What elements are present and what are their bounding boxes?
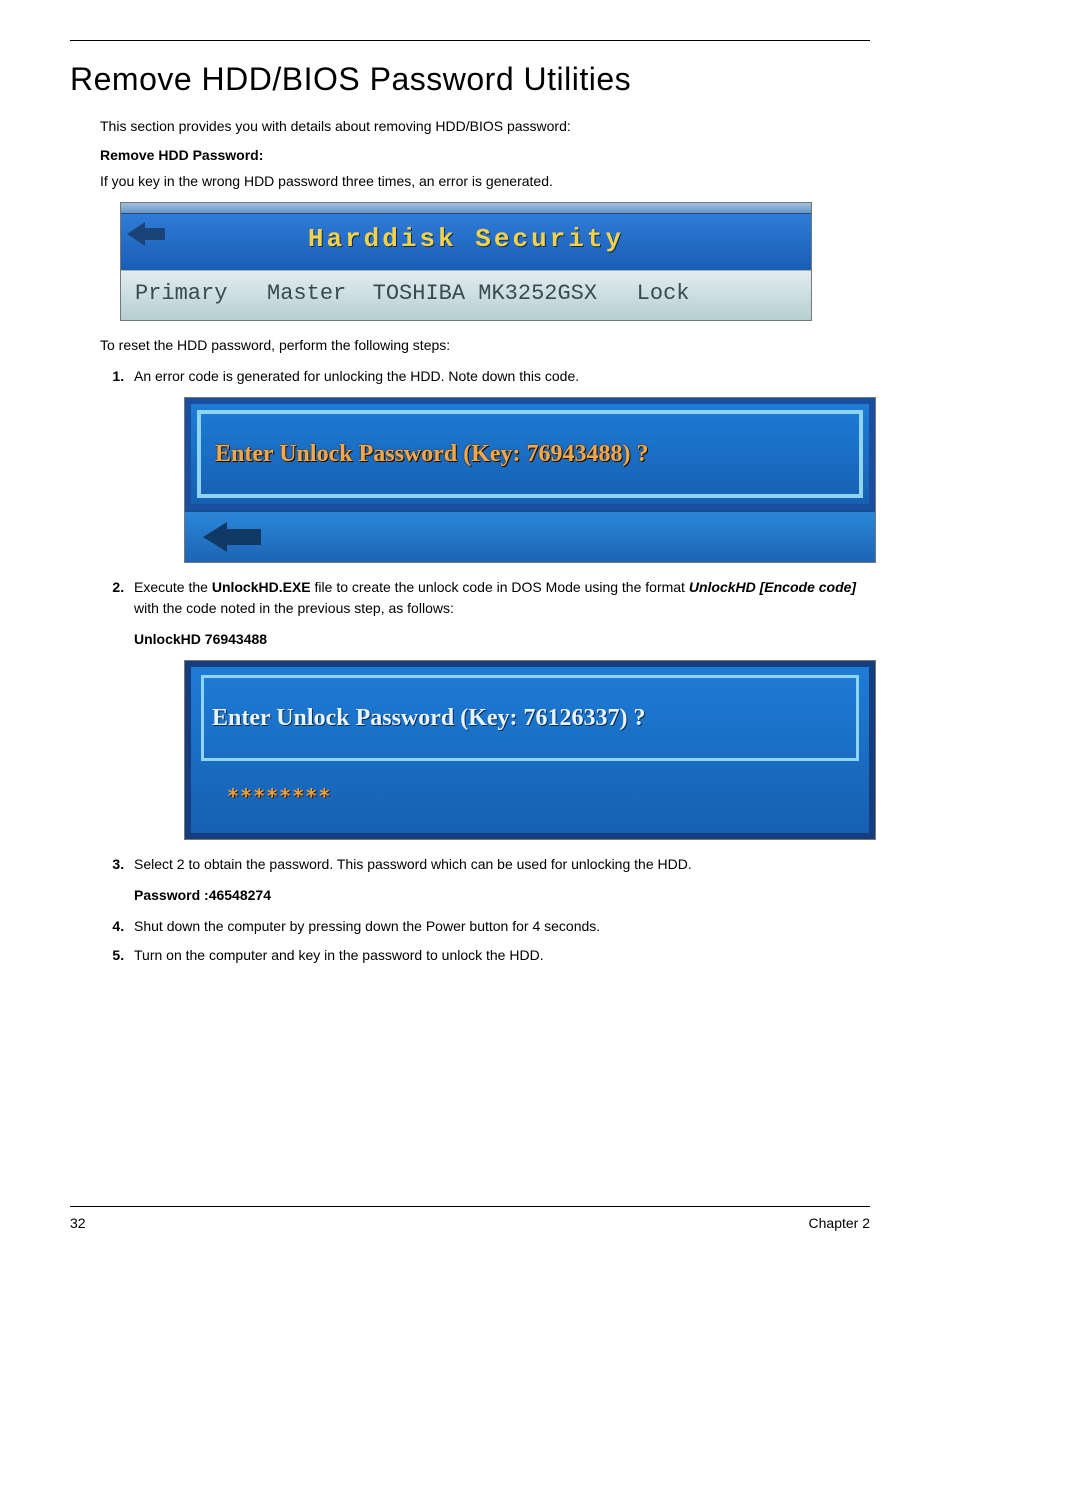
screenshot-unlock-key-2: Enter Unlock Password (Key: 76126337) ? …	[184, 660, 876, 840]
step-4: Shut down the computer by pressing down …	[128, 916, 870, 937]
screenshot-unlock-key-1: Enter Unlock Password (Key: 76943488) ?	[184, 397, 876, 563]
unlock-command: UnlockHD 76943488	[134, 629, 870, 650]
page-number: 32	[70, 1215, 86, 1231]
unlock-prompt-2: Enter Unlock Password (Key: 76126337) ?	[212, 705, 646, 731]
harddisk-row: Primary Master TOSHIBA MK3252GSX Lock	[121, 270, 811, 320]
intro-text: This section provides you with details a…	[100, 116, 870, 137]
password-result: Password :46548274	[134, 885, 870, 906]
reset-intro: To reset the HDD password, perform the f…	[100, 335, 870, 356]
chapter-label: Chapter 2	[809, 1215, 870, 1231]
unlock-prompt-1: Enter Unlock Password (Key: 76943488) ?	[207, 441, 649, 467]
arrow-icon	[203, 520, 263, 554]
page-title: Remove HDD/BIOS Password Utilities	[70, 61, 870, 98]
page-footer: 32 Chapter 2	[70, 1206, 870, 1231]
step-1: An error code is generated for unlocking…	[128, 366, 870, 563]
step-5: Turn on the computer and key in the pass…	[128, 945, 870, 966]
remove-hdd-heading: Remove HDD Password:	[100, 147, 870, 163]
arrow-icon	[127, 220, 167, 248]
harddisk-security-title: Harddisk Security	[127, 224, 805, 254]
step-3: Select 2 to obtain the password. This pa…	[128, 854, 870, 906]
screenshot-harddisk-security: Harddisk Security Primary Master TOSHIBA…	[120, 202, 812, 321]
error-text: If you key in the wrong HDD password thr…	[100, 171, 870, 192]
password-stars: ********	[201, 761, 859, 825]
step-2: Execute the UnlockHD.EXE file to create …	[128, 577, 870, 840]
